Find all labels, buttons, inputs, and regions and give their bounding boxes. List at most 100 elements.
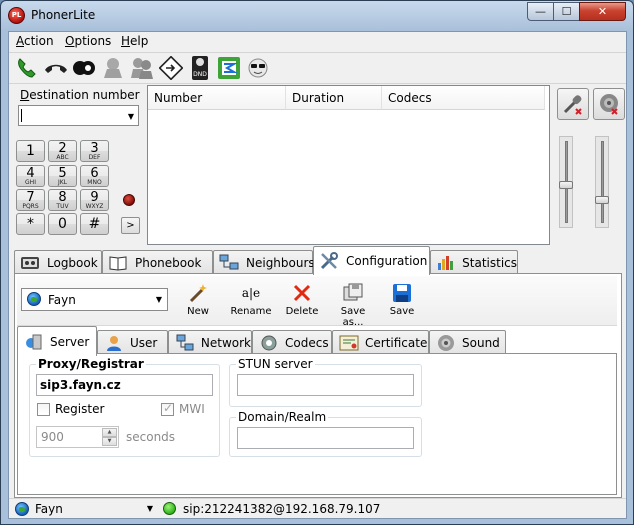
maximize-button[interactable]: ☐ <box>553 2 580 21</box>
register-checkbox-box[interactable] <box>37 402 50 416</box>
delete-label: Delete <box>285 306 319 317</box>
key-letters: GHI <box>25 179 36 186</box>
close-button[interactable]: ✕ <box>579 2 626 21</box>
floppy-disk-icon <box>385 280 419 306</box>
save-profile-button[interactable]: Save <box>385 280 419 317</box>
key-letters: JKL <box>57 179 68 186</box>
tab-logbook[interactable]: Logbook <box>14 250 102 274</box>
delete-x-icon <box>285 280 319 306</box>
key-5[interactable]: 5 JKL <box>48 165 77 187</box>
stun-label: STUN server <box>236 357 315 371</box>
rename-profile-button[interactable]: a|e Rename <box>229 280 273 317</box>
slider-thumb[interactable] <box>559 181 573 189</box>
profile-select[interactable]: Fayn ▼ <box>21 288 168 311</box>
domain-input[interactable] <box>237 427 414 449</box>
column-duration[interactable]: Duration <box>286 86 382 110</box>
key-0[interactable]: 0 <box>48 213 77 235</box>
key-9[interactable]: 9 WXYZ <box>80 189 109 211</box>
speaker-muted-icon <box>600 94 618 115</box>
hold-icon[interactable] <box>71 55 97 81</box>
conference-icon[interactable] <box>129 55 155 81</box>
stun-input[interactable] <box>237 374 414 396</box>
tab-sound[interactable]: Sound <box>429 330 506 355</box>
key-6[interactable]: 6 MNO <box>80 165 109 187</box>
tab-neighbours[interactable]: Neighbours <box>213 250 315 274</box>
rename-glyph: a|e <box>241 286 261 300</box>
save-as-icon <box>329 280 377 306</box>
call-green-icon[interactable] <box>14 55 40 81</box>
title-bar[interactable]: PL PhonerLite — ☐ ✕ <box>1 1 633 31</box>
expiry-spinner[interactable]: 900 ▲ ▼ <box>36 426 119 448</box>
mwi-checkbox[interactable]: MWI <box>161 401 205 416</box>
key-letters: MNO <box>87 179 102 186</box>
menu-action[interactable]: Action <box>16 34 54 48</box>
save-as-profile-button[interactable]: Save as... <box>329 280 377 328</box>
status-profile-select[interactable]: Fayn ▼ <box>11 500 157 518</box>
hangup-icon[interactable] <box>43 55 69 81</box>
registered-status-icon <box>163 502 176 515</box>
key-1[interactable]: 1 <box>16 140 45 162</box>
menu-options[interactable]: Options <box>65 34 111 48</box>
rename-icon: a|e <box>229 280 273 306</box>
slider-thumb[interactable] <box>595 196 609 204</box>
main-tabs: Logbook Phonebook Neighbours Configurati… <box>14 246 626 275</box>
key-7[interactable]: 7 PQRS <box>16 189 45 211</box>
text-cursor <box>21 109 22 122</box>
user-gray-icon[interactable] <box>100 55 126 81</box>
phonerlite-window: PL PhonerLite — ☐ ✕ Action Options Help <box>0 0 634 525</box>
key-hash[interactable]: # <box>80 213 109 235</box>
expand-button[interactable]: > <box>121 217 140 234</box>
sip-uri: sip:212241382@192.168.79.107 <box>183 502 381 516</box>
speaker-mute-button[interactable] <box>593 88 625 120</box>
new-profile-button[interactable]: New <box>179 280 217 317</box>
tab-certificate[interactable]: Certificate <box>332 330 429 355</box>
spin-up-button[interactable]: ▲ <box>102 428 117 437</box>
minimize-button[interactable]: — <box>527 2 554 21</box>
proxy-input[interactable]: sip3.fayn.cz <box>36 374 213 396</box>
key-2[interactable]: 2 ABC <box>48 140 77 162</box>
rename-label: Rename <box>230 306 272 317</box>
register-checkbox[interactable]: Register <box>37 402 104 416</box>
delete-profile-button[interactable]: Delete <box>285 280 319 317</box>
smiley-sunglasses-icon[interactable] <box>245 55 271 81</box>
tab-statistics[interactable]: Statistics <box>430 250 518 274</box>
save-label: Save <box>389 306 415 317</box>
calls-list[interactable]: Number Duration Codecs <box>147 85 550 245</box>
tab-phonebook[interactable]: Phonebook <box>102 250 213 274</box>
speaker-volume-slider[interactable] <box>595 136 609 228</box>
dnd-icon[interactable]: DND <box>187 55 213 81</box>
expiry-value: 900 <box>41 430 64 444</box>
server-settings-panel: Proxy/Registrar sip3.fayn.cz Register MW… <box>17 353 617 495</box>
column-codecs[interactable]: Codecs <box>382 86 545 110</box>
network-icon <box>175 334 195 352</box>
dnd-label: DND <box>193 71 207 78</box>
tab-codecs[interactable]: Codecs <box>252 330 332 355</box>
status-profile-label: Fayn <box>35 502 63 516</box>
chevron-down-icon[interactable]: ▼ <box>128 112 134 121</box>
tab-label: Server <box>50 334 90 349</box>
chevron-down-icon[interactable]: ▼ <box>147 504 153 513</box>
mic-volume-slider[interactable] <box>559 136 573 228</box>
key-4[interactable]: 4 GHI <box>16 165 45 187</box>
main-toolbar: DND <box>9 53 626 83</box>
transfer-icon[interactable] <box>158 55 184 81</box>
spin-down-button[interactable]: ▼ <box>102 437 117 446</box>
tab-network[interactable]: Network <box>168 330 252 355</box>
column-number[interactable]: Number <box>148 86 286 110</box>
mic-mute-button[interactable] <box>557 88 589 120</box>
user-icon <box>104 334 124 352</box>
menu-help[interactable]: Help <box>121 34 148 48</box>
key-8[interactable]: 8 TUV <box>48 189 77 211</box>
key-star[interactable]: * <box>16 213 45 235</box>
key-letters: WXYZ <box>85 203 104 210</box>
redirect-icon[interactable] <box>216 55 242 81</box>
tab-configuration[interactable]: Configuration <box>313 246 430 275</box>
destination-number-input[interactable]: ▼ <box>18 105 139 126</box>
slider-groove <box>601 141 604 223</box>
key-3[interactable]: 3 DEF <box>80 140 109 162</box>
tab-user[interactable]: User <box>97 330 168 355</box>
chevron-down-icon[interactable]: ▼ <box>156 295 162 304</box>
tab-server[interactable]: Server <box>17 326 97 356</box>
logbook-icon <box>20 255 40 271</box>
mwi-checkbox-box[interactable] <box>161 401 174 416</box>
